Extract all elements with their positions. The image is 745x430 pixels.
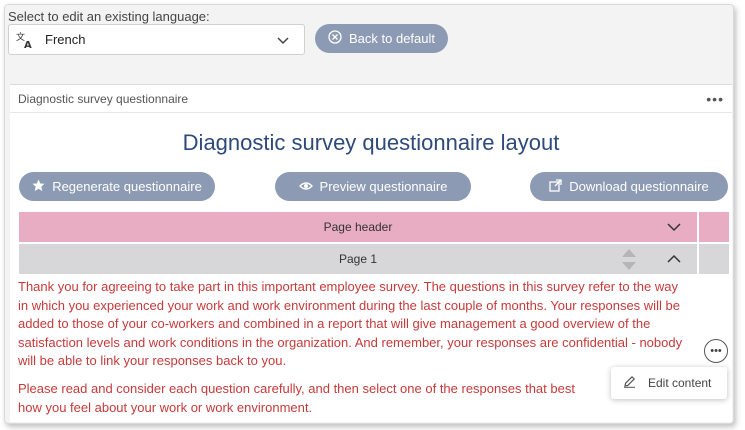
language-select[interactable]: 文 A French bbox=[8, 24, 305, 55]
svg-text:A: A bbox=[24, 40, 32, 50]
page-1-instructions-text: Please read and consider each question c… bbox=[18, 381, 575, 415]
page-header-side bbox=[699, 212, 729, 242]
page-1-label: Page 1 bbox=[338, 252, 378, 266]
page-1-intro-text: Thank you for agreeing to take part in t… bbox=[18, 279, 683, 368]
language-icon: 文 A bbox=[15, 30, 35, 50]
edit-content-label: Edit content bbox=[648, 376, 712, 390]
edit-content-button[interactable]: Edit content bbox=[611, 367, 727, 399]
panel-menu-button[interactable]: ••• bbox=[706, 91, 724, 107]
app-frame: Select to edit an existing language: 文 A… bbox=[4, 4, 734, 424]
page-header-section[interactable]: Page header bbox=[19, 212, 697, 242]
language-label: Select to edit an existing language: bbox=[8, 9, 210, 24]
page-1-section[interactable]: Page 1 bbox=[19, 244, 697, 274]
questionnaire-panel: Diagnostic survey questionnaire ••• Diag… bbox=[10, 84, 732, 422]
panel-title: Diagnostic survey questionnaire bbox=[18, 92, 189, 106]
star-icon bbox=[32, 179, 52, 195]
external-link-icon bbox=[549, 178, 569, 195]
back-to-default-button[interactable]: Back to default bbox=[315, 24, 448, 53]
chevron-down-icon[interactable] bbox=[667, 221, 681, 235]
chevron-up-icon[interactable] bbox=[667, 253, 681, 267]
page-header-label: Page header bbox=[323, 220, 393, 234]
back-to-default-label: Back to default bbox=[349, 31, 435, 46]
more-options-button[interactable]: ••• bbox=[704, 339, 728, 363]
close-circle-icon bbox=[328, 30, 349, 47]
regenerate-questionnaire-button[interactable]: Regenerate questionnaire bbox=[19, 172, 215, 201]
page-1-side bbox=[699, 244, 729, 274]
regenerate-label: Regenerate questionnaire bbox=[52, 179, 202, 194]
eye-icon bbox=[298, 179, 320, 194]
download-questionnaire-button[interactable]: Download questionnaire bbox=[530, 172, 728, 201]
preview-label: Preview questionnaire bbox=[319, 179, 448, 194]
download-label: Download questionnaire bbox=[569, 179, 709, 194]
language-selected-value: French bbox=[45, 32, 86, 47]
language-toolbar: Select to edit an existing language: 文 A… bbox=[5, 5, 733, 75]
panel-header: Diagnostic survey questionnaire ••• bbox=[10, 85, 732, 113]
reorder-arrows-icon[interactable] bbox=[621, 248, 637, 272]
pencil-icon bbox=[623, 375, 648, 391]
chevron-down-icon bbox=[276, 33, 290, 47]
layout-title: Diagnostic survey questionnaire layout bbox=[182, 130, 560, 155]
preview-questionnaire-button[interactable]: Preview questionnaire bbox=[275, 172, 471, 201]
